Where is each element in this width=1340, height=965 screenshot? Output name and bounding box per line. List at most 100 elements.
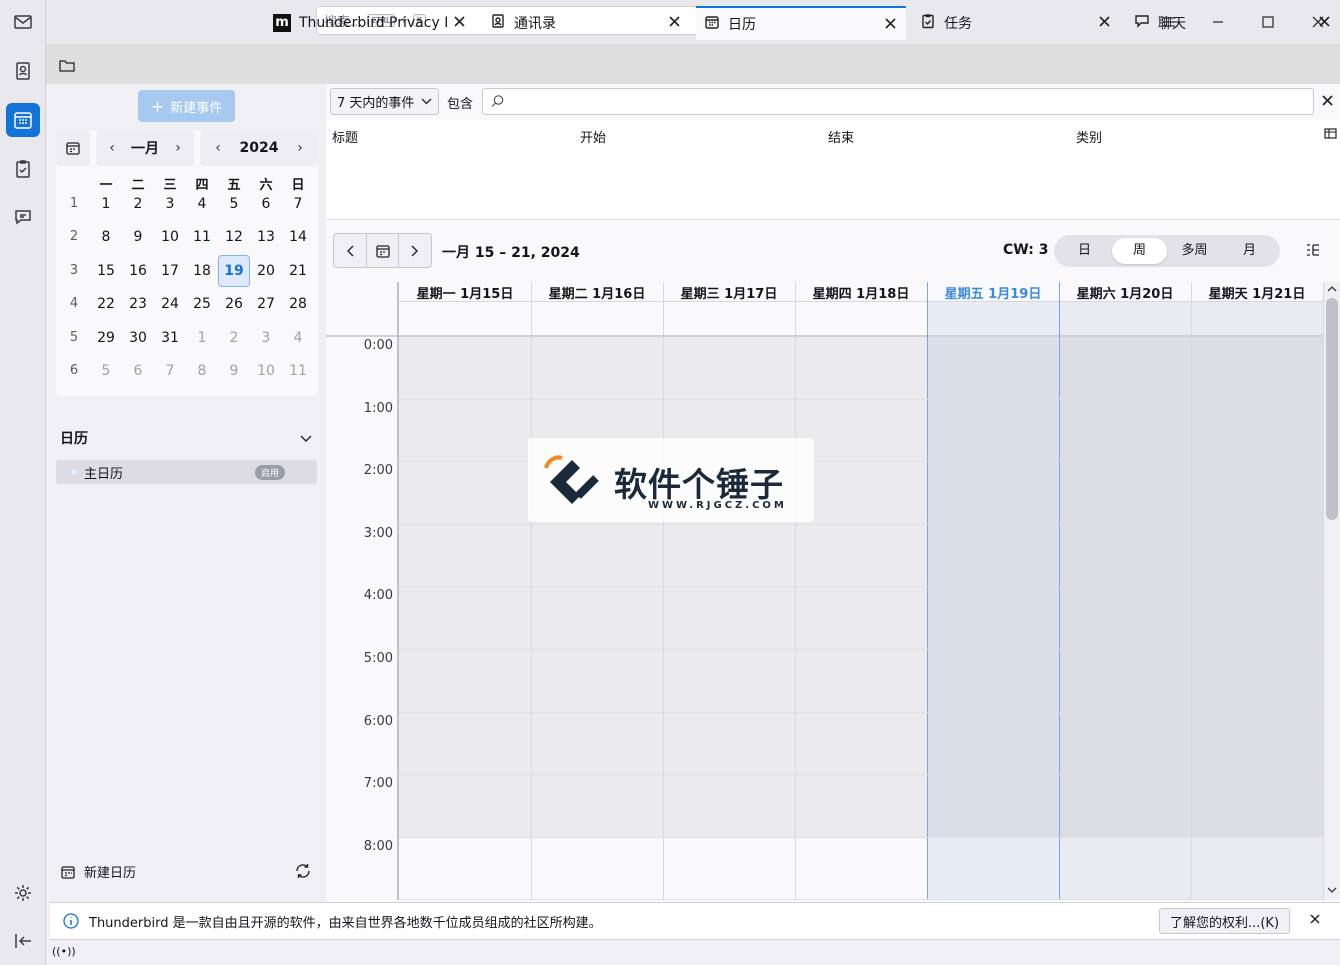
new-event-button[interactable]: + 新建事件 bbox=[138, 90, 235, 122]
view-week-button[interactable]: 周 bbox=[1112, 238, 1167, 264]
hour-label: 0:00 bbox=[363, 338, 393, 353]
calendar-space-button[interactable] bbox=[6, 103, 40, 137]
day-header[interactable]: 星期一 1月15日 bbox=[399, 283, 531, 302]
prev-year-button[interactable]: ‹ bbox=[208, 140, 228, 156]
view-multiweek-button[interactable]: 多周 bbox=[1167, 238, 1222, 264]
day-header[interactable]: 星期二 1月16日 bbox=[531, 283, 663, 302]
close-notification-button[interactable] bbox=[1309, 913, 1321, 929]
next-year-button[interactable]: › bbox=[290, 140, 310, 156]
settings-button[interactable] bbox=[6, 876, 40, 910]
today-button[interactable] bbox=[56, 130, 90, 166]
collapse-spaces-button[interactable] bbox=[6, 924, 40, 958]
column-header-title[interactable]: 标题 bbox=[332, 127, 358, 146]
event-filter-select[interactable]: 7 天内的事件 bbox=[330, 88, 439, 115]
day-header[interactable]: 星期天 1月21日 bbox=[1191, 283, 1323, 302]
mini-month-day[interactable]: 30 bbox=[122, 322, 154, 354]
mini-month-day[interactable]: 7 bbox=[154, 355, 186, 387]
tab-close-button[interactable] bbox=[884, 17, 898, 31]
mini-month-day[interactable]: 31 bbox=[154, 322, 186, 354]
mini-month-day[interactable]: 8 bbox=[90, 221, 122, 253]
view-month-button[interactable]: 月 bbox=[1222, 238, 1277, 264]
mini-month-day[interactable]: 6 bbox=[250, 188, 282, 220]
mini-month-day[interactable]: 4 bbox=[282, 322, 314, 354]
mini-month-day[interactable]: 4 bbox=[186, 188, 218, 220]
tab-close-button[interactable] bbox=[1098, 15, 1112, 29]
mini-month-day[interactable]: 2 bbox=[218, 322, 250, 354]
mini-month-day[interactable]: 21 bbox=[282, 255, 314, 287]
day-header[interactable]: 星期四 1月18日 bbox=[795, 283, 927, 302]
mini-month-day[interactable]: 11 bbox=[186, 221, 218, 253]
mini-month-day[interactable]: 9 bbox=[122, 221, 154, 253]
mini-month-day[interactable]: 6 bbox=[122, 355, 154, 387]
mini-month-day[interactable]: 27 bbox=[250, 288, 282, 320]
mini-month-day[interactable]: 24 bbox=[154, 288, 186, 320]
view-day-button[interactable]: 日 bbox=[1057, 238, 1112, 264]
folder-pane-toggle[interactable] bbox=[58, 58, 76, 78]
mini-month-day[interactable]: 10 bbox=[250, 355, 282, 387]
calendar-list-item[interactable]: 主日历 启用 bbox=[56, 460, 317, 484]
mini-month-day[interactable]: 18 bbox=[186, 255, 218, 287]
column-header-category[interactable]: 类别 bbox=[1076, 127, 1102, 146]
mini-month-day[interactable]: 5 bbox=[90, 355, 122, 387]
chat-space-button[interactable] bbox=[6, 200, 40, 234]
tab-calendar[interactable]: 日历 bbox=[696, 6, 906, 40]
tab-close-button[interactable] bbox=[668, 15, 682, 29]
mini-month-day[interactable]: 8 bbox=[186, 355, 218, 387]
day-header[interactable]: 星期六 1月20日 bbox=[1059, 283, 1191, 302]
day-header-today[interactable]: 星期五 1月19日 bbox=[927, 283, 1059, 302]
mini-month-today[interactable]: 19 bbox=[218, 254, 250, 287]
tab-close-button[interactable] bbox=[453, 15, 467, 29]
new-calendar-button[interactable]: 新建日历 bbox=[60, 862, 136, 881]
know-your-rights-button[interactable]: 了解您的权利...(K) bbox=[1159, 908, 1290, 934]
close-filter-button[interactable] bbox=[1321, 94, 1334, 111]
calendar-icon bbox=[705, 16, 719, 29]
next-month-button[interactable]: › bbox=[168, 140, 188, 156]
tab-privacy-notice[interactable]: m Thunderbird Privacy No bbox=[265, 6, 475, 40]
mini-month-day[interactable]: 2 bbox=[122, 188, 154, 220]
mini-month-day[interactable]: 3 bbox=[154, 188, 186, 220]
refresh-calendars-button[interactable] bbox=[294, 862, 312, 884]
mini-month-day[interactable]: 22 bbox=[90, 288, 122, 320]
today-view-button[interactable] bbox=[367, 234, 400, 267]
mini-month-day[interactable]: 11 bbox=[282, 355, 314, 387]
mini-month-day[interactable]: 26 bbox=[218, 288, 250, 320]
mini-month-day[interactable]: 12 bbox=[218, 221, 250, 253]
tab-chat[interactable]: 聊天 bbox=[1126, 6, 1340, 40]
previous-week-button[interactable] bbox=[334, 234, 367, 267]
collapse-calendars-button[interactable] bbox=[300, 432, 312, 447]
mini-month-day[interactable]: 3 bbox=[250, 322, 282, 354]
mini-month-day[interactable]: 17 bbox=[154, 255, 186, 287]
tab-close-button[interactable] bbox=[1318, 15, 1332, 29]
column-header-start[interactable]: 开始 bbox=[580, 127, 606, 146]
mini-month-day[interactable]: 23 bbox=[122, 288, 154, 320]
mini-month-day[interactable]: 13 bbox=[250, 221, 282, 253]
tab-tasks[interactable]: 任务 bbox=[912, 6, 1120, 40]
mini-month-day[interactable]: 7 bbox=[282, 188, 314, 220]
mini-month-day[interactable]: 14 bbox=[282, 221, 314, 253]
tab-address-book[interactable]: 通讯录 bbox=[482, 6, 690, 40]
mini-month-day[interactable]: 15 bbox=[90, 255, 122, 287]
spaces-toolbar bbox=[0, 0, 46, 965]
mini-month-day[interactable]: 16 bbox=[122, 255, 154, 287]
next-week-button[interactable] bbox=[399, 234, 431, 267]
mini-month-day[interactable]: 5 bbox=[218, 188, 250, 220]
mini-month-day[interactable]: 20 bbox=[250, 255, 282, 287]
view-options-button[interactable] bbox=[1305, 242, 1321, 262]
tasks-space-button[interactable] bbox=[6, 152, 40, 186]
column-header-end[interactable]: 结束 bbox=[828, 127, 854, 146]
address-book-space-button[interactable] bbox=[6, 54, 40, 88]
online-status-icon[interactable]: ((•)) bbox=[52, 945, 76, 958]
column-picker-button[interactable] bbox=[1324, 127, 1337, 144]
event-search-input[interactable] bbox=[482, 88, 1314, 115]
mini-month-day[interactable]: 10 bbox=[154, 221, 186, 253]
mini-month-day[interactable]: 1 bbox=[90, 188, 122, 220]
mini-month-day[interactable]: 9 bbox=[218, 355, 250, 387]
day-header[interactable]: 星期三 1月17日 bbox=[663, 283, 795, 302]
mini-month-day[interactable]: 1 bbox=[186, 322, 218, 354]
scrollbar-thumb[interactable] bbox=[1326, 298, 1338, 520]
mini-month-day[interactable]: 29 bbox=[90, 322, 122, 354]
mini-month-day[interactable]: 25 bbox=[186, 288, 218, 320]
prev-month-button[interactable]: ‹ bbox=[102, 140, 122, 156]
mini-month-day[interactable]: 28 bbox=[282, 288, 314, 320]
mail-space-button[interactable] bbox=[6, 5, 40, 39]
